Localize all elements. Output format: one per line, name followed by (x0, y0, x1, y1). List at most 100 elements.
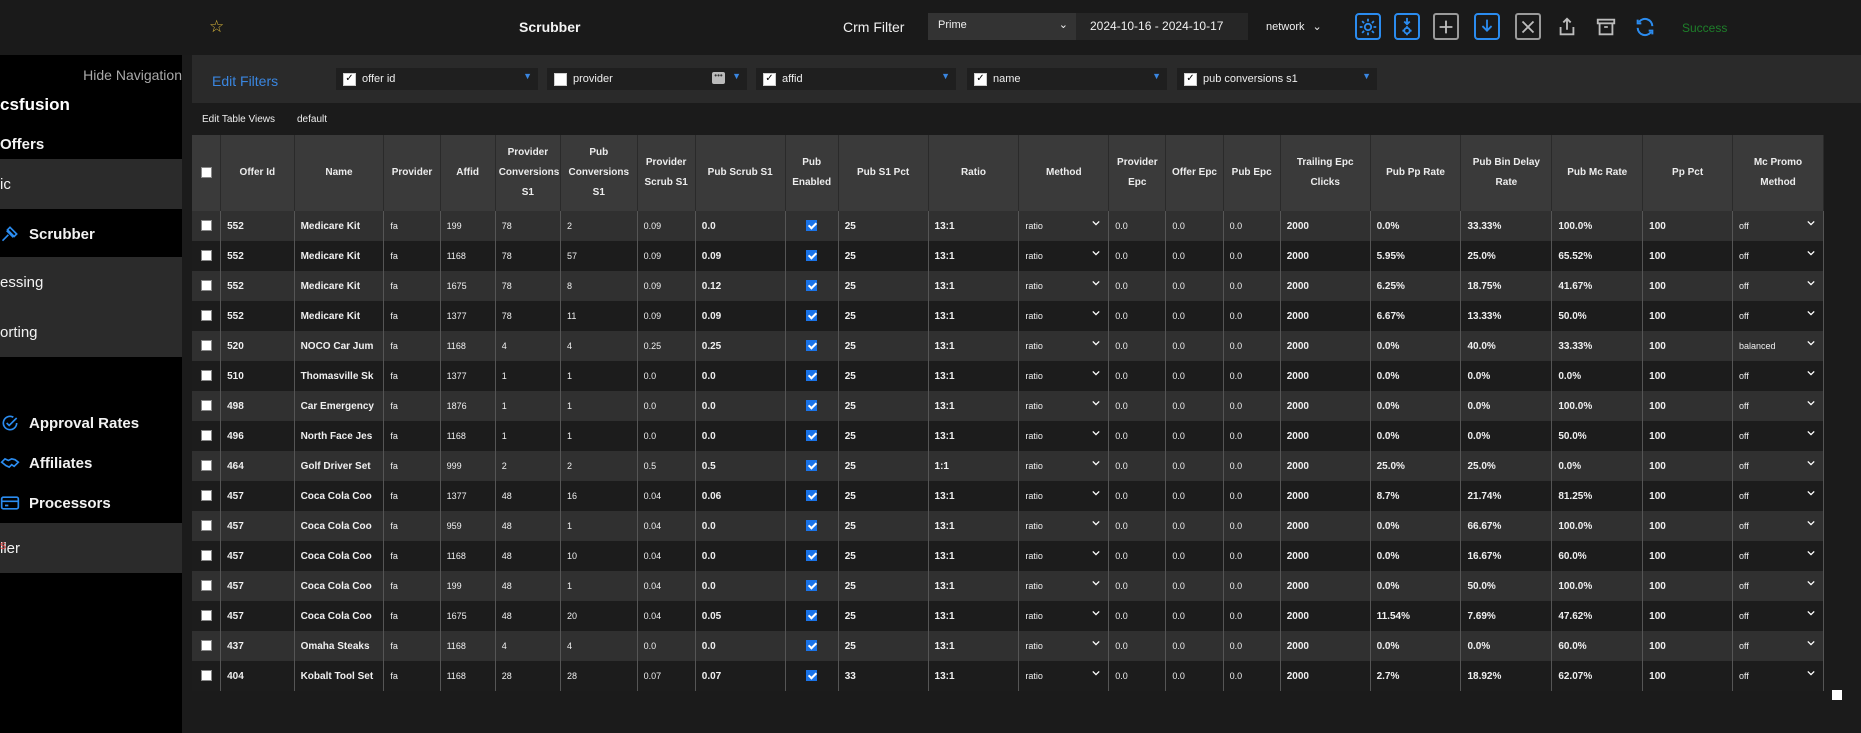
cell-mc-promo-method[interactable]: off (1732, 361, 1824, 391)
pub-enabled-checkbox[interactable] (806, 340, 818, 352)
cell-method[interactable]: ratio (1018, 601, 1110, 631)
current-table-view[interactable]: default (297, 114, 327, 125)
row-select-cell[interactable] (192, 211, 222, 241)
column-header[interactable]: Offer Epc (1165, 135, 1224, 211)
cell-method[interactable]: ratio (1018, 241, 1110, 271)
row-select-checkbox[interactable] (200, 520, 212, 532)
sidebar-red-item[interactable]: s (0, 538, 6, 552)
row-select-cell[interactable] (192, 331, 222, 361)
filter-chip-affid[interactable]: ✓ affid ▼ (756, 68, 956, 90)
table-row[interactable]: 457 Coca Cola Coo fa 199 48 1 0.04 0.0 25 13:1 rat… (192, 571, 1824, 601)
pub-enabled-cell[interactable] (785, 481, 839, 511)
column-header[interactable]: Pub Enabled (785, 135, 839, 211)
cell-method[interactable]: ratio (1018, 271, 1110, 301)
column-header[interactable]: Pub Conversions S1 (560, 135, 638, 211)
cell-mc-promo-method[interactable]: off (1732, 511, 1824, 541)
cell-method[interactable]: ratio (1018, 541, 1110, 571)
row-select-checkbox[interactable] (200, 280, 212, 292)
pub-enabled-checkbox[interactable] (806, 520, 818, 532)
settings-button[interactable] (1355, 13, 1381, 40)
pub-enabled-checkbox[interactable] (806, 250, 818, 262)
pub-enabled-cell[interactable] (785, 271, 839, 301)
cell-mc-promo-method[interactable]: off (1732, 451, 1824, 481)
pub-enabled-cell[interactable] (785, 541, 839, 571)
download-settings-button[interactable] (1394, 13, 1420, 40)
resize-handle[interactable] (1832, 690, 1842, 700)
table-row[interactable]: 498 Car Emergency fa 1876 1 1 0.0 0.0 25 13:1 rati… (192, 391, 1824, 421)
pub-enabled-checkbox[interactable] (806, 310, 818, 322)
pub-enabled-checkbox[interactable] (806, 610, 818, 622)
column-header[interactable]: Provider Epc (1108, 135, 1167, 211)
sidebar-item-affiliates[interactable]: Affiliates (0, 443, 182, 483)
table-row[interactable]: 552 Medicare Kit fa 1675 78 8 0.09 0.12 25 13:1 ra… (192, 271, 1824, 301)
column-header[interactable]: Affid (440, 135, 496, 211)
row-select-checkbox[interactable] (200, 400, 212, 412)
pub-enabled-cell[interactable] (785, 211, 839, 241)
row-select-cell[interactable] (192, 571, 222, 601)
cell-method[interactable]: ratio (1018, 511, 1110, 541)
table-row[interactable]: 437 Omaha Steaks fa 1168 4 4 0.0 0.0 25 13:1 ratio… (192, 631, 1824, 661)
pub-enabled-checkbox[interactable] (806, 460, 818, 472)
caret-down-icon[interactable]: ▼ (523, 71, 532, 81)
caret-down-icon[interactable]: ▼ (1152, 71, 1161, 81)
share-button[interactable] (1554, 13, 1580, 40)
checkbox-checked[interactable]: ✓ (343, 72, 356, 86)
row-select-cell[interactable] (192, 391, 222, 421)
row-select-checkbox[interactable] (200, 310, 212, 322)
cell-mc-promo-method[interactable]: off (1732, 541, 1824, 571)
edit-table-views-link[interactable]: Edit Table Views (202, 114, 275, 125)
sidebar-section-orting[interactable]: orting (0, 307, 182, 357)
row-select-checkbox[interactable] (200, 550, 212, 562)
download-button[interactable] (1474, 13, 1500, 40)
pub-enabled-checkbox[interactable] (806, 550, 818, 562)
cell-method[interactable]: ratio (1018, 661, 1110, 691)
table-row[interactable]: 520 NOCO Car Jum fa 1168 4 4 0.25 0.25 25 13:1 rat… (192, 331, 1824, 361)
cell-mc-promo-method[interactable]: off (1732, 571, 1824, 601)
crm-filter-select[interactable]: Prime ⌄ (928, 13, 1076, 40)
filter-chip-pub-conversions-s1[interactable]: ✓ pub conversions s1 ▼ (1177, 68, 1377, 90)
pub-enabled-cell[interactable] (785, 331, 839, 361)
refresh-button[interactable] (1632, 13, 1658, 40)
row-select-checkbox[interactable] (200, 490, 212, 502)
row-select-cell[interactable] (192, 511, 222, 541)
row-select-cell[interactable] (192, 301, 222, 331)
pub-enabled-checkbox[interactable] (806, 370, 818, 382)
caret-down-icon[interactable]: ▼ (941, 71, 950, 81)
row-select-cell[interactable] (192, 451, 222, 481)
row-select-checkbox[interactable] (200, 580, 212, 592)
table-row[interactable]: 496 North Face Jes fa 1168 1 1 0.0 0.0 25 13:1 rat… (192, 421, 1824, 451)
caret-down-icon[interactable]: ▼ (732, 71, 741, 81)
sidebar-item-offers[interactable]: Offers (0, 129, 182, 159)
pub-enabled-checkbox[interactable] (806, 280, 818, 292)
row-select-cell[interactable] (192, 421, 222, 451)
cell-method[interactable]: ratio (1018, 481, 1110, 511)
ellipsis-icon[interactable]: ••• (712, 72, 725, 84)
pub-enabled-checkbox[interactable] (806, 580, 818, 592)
cell-mc-promo-method[interactable]: off (1732, 241, 1824, 271)
table-row[interactable]: 457 Coca Cola Coo fa 1377 48 16 0.04 0.06 25 13:1… (192, 481, 1824, 511)
cell-method[interactable]: ratio (1018, 421, 1110, 451)
row-select-checkbox[interactable] (200, 370, 212, 382)
caret-down-icon[interactable]: ▼ (1362, 71, 1371, 81)
pub-enabled-cell[interactable] (785, 511, 839, 541)
network-select[interactable]: network ⌄ (1266, 20, 1322, 33)
row-select-checkbox[interactable] (200, 610, 212, 622)
pub-enabled-checkbox[interactable] (806, 670, 818, 682)
column-header[interactable]: Mc Promo Method (1732, 135, 1824, 211)
row-select-checkbox[interactable] (200, 640, 212, 652)
hide-navigation-link[interactable]: Hide Navigation (83, 67, 182, 83)
sidebar-section-essing[interactable]: essing (0, 257, 182, 307)
row-select-cell[interactable] (192, 601, 222, 631)
column-header[interactable]: Provider (383, 135, 441, 211)
cell-mc-promo-method[interactable]: off (1732, 391, 1824, 421)
column-header[interactable]: Name (294, 135, 385, 211)
pub-enabled-checkbox[interactable] (806, 220, 818, 232)
row-select-checkbox[interactable] (200, 340, 212, 352)
table-row[interactable]: 552 Medicare Kit fa 199 78 2 0.09 0.0 25 13:1 rati… (192, 211, 1824, 241)
table-row[interactable]: 457 Coca Cola Coo fa 1675 48 20 0.04 0.05 25 13:1… (192, 601, 1824, 631)
checkbox-unchecked[interactable] (554, 72, 567, 86)
pub-enabled-cell[interactable] (785, 661, 839, 691)
filter-chip-provider[interactable]: provider ••• ▼ (547, 68, 747, 90)
column-header[interactable]: Method (1018, 135, 1110, 211)
row-select-cell[interactable] (192, 271, 222, 301)
